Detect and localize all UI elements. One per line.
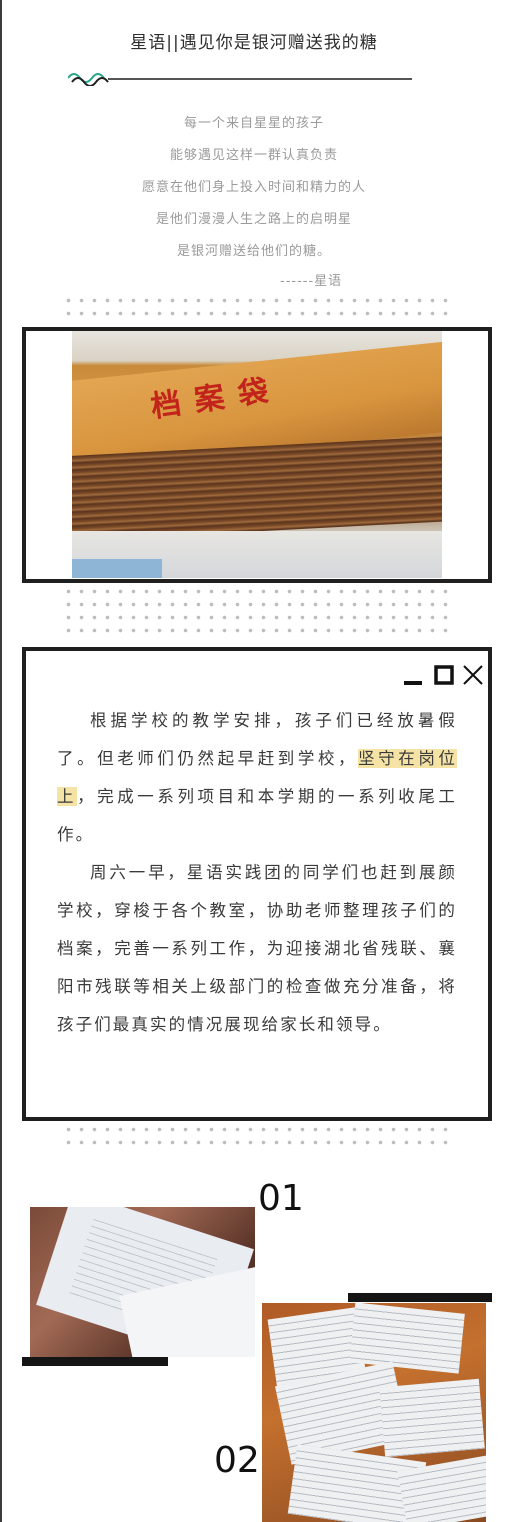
title-divider (68, 73, 412, 86)
paragraph: 根据学校的教学安排，孩子们已经放暑假了。但老师们仍然起早赶到学校，坚守在岗位上，… (57, 702, 458, 854)
photo-number: 01 (258, 1178, 304, 1219)
blue-paper (72, 559, 162, 578)
poem-line: 愿意在他们身上投入时间和精力的人 (141, 180, 366, 195)
poem-line: 每一个来自星星的孩子 (183, 116, 324, 131)
accent-bar (22, 1357, 168, 1366)
poem-line: 是他们漫漫人生之路上的启明星 (155, 212, 352, 227)
poem: 每一个来自星星的孩子 能够遇见这样一群认真负责 愿意在他们身上投入时间和精力的人… (0, 108, 508, 268)
poem-line: 能够遇见这样一群认真负责 (169, 148, 338, 163)
poem-line: 是银河赠送给他们的糖。 (176, 244, 331, 259)
minimize-icon (404, 681, 422, 685)
document-photo-1 (30, 1207, 255, 1357)
article-body: 根据学校的教学安排，孩子们已经放暑假了。但老师们仍然起早赶到学校，坚守在岗位上，… (57, 702, 458, 1044)
dot-pattern (62, 294, 452, 324)
photo-number: 02 (214, 1440, 260, 1481)
paragraph: 周六一早，星语实践团的同学们也赶到展颜学校，穿梭于各个教室，协助老师整理孩子们的… (57, 863, 457, 1034)
accent-bar (348, 1293, 492, 1302)
paragraph-text: ，完成一系列项目和本学期的一系列收尾工作。 (57, 787, 457, 844)
paper-sheet (379, 1378, 485, 1458)
maximize-icon (434, 665, 454, 685)
archive-photo: 档案袋 (72, 331, 442, 578)
poem-signature: ------星语 (280, 274, 343, 289)
dot-pattern (62, 585, 452, 637)
close-icon (463, 665, 483, 685)
page-title: 星语||遇见你是银河赠送我的糖 (130, 33, 378, 53)
document-photo-2 (262, 1303, 486, 1522)
paper-sheet (349, 1303, 465, 1374)
dot-pattern (62, 1123, 452, 1153)
window-controls (404, 665, 483, 685)
